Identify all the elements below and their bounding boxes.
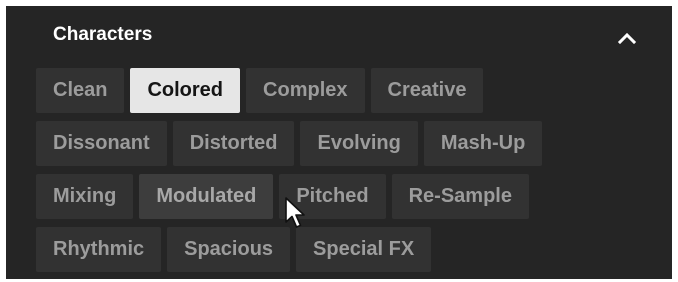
chip-colored[interactable]: Colored [130, 68, 241, 113]
characters-panel: Characters Clean Colored Complex Creativ… [6, 6, 672, 279]
chip-re-sample[interactable]: Re-Sample [391, 174, 529, 219]
chip-evolving[interactable]: Evolving [300, 121, 418, 166]
chip-modulated[interactable]: Modulated [139, 174, 274, 219]
character-chip-list: Clean Colored Complex Creative Dissonant… [36, 68, 636, 280]
chevron-up-icon[interactable] [615, 28, 639, 48]
chip-distorted[interactable]: Distorted [172, 121, 295, 166]
chip-rhythmic[interactable]: Rhythmic [36, 227, 162, 272]
chip-dissonant[interactable]: Dissonant [36, 121, 167, 166]
chip-spacious[interactable]: Spacious [167, 227, 291, 272]
chip-complex[interactable]: Complex [246, 68, 365, 113]
chip-creative[interactable]: Creative [370, 68, 484, 113]
panel-header[interactable]: Characters [6, 6, 672, 66]
chip-clean[interactable]: Clean [36, 68, 125, 113]
chip-pitched[interactable]: Pitched [279, 174, 386, 219]
chip-row: Clean Colored Complex Creative [36, 68, 636, 113]
chip-special-fx[interactable]: Special FX [296, 227, 432, 272]
panel-title: Characters [53, 24, 153, 45]
chip-mash-up[interactable]: Mash-Up [423, 121, 543, 166]
chip-row: Rhythmic Spacious Special FX [36, 227, 636, 272]
chip-mixing[interactable]: Mixing [36, 174, 134, 219]
chip-row: Mixing Modulated Pitched Re-Sample [36, 174, 636, 219]
chip-row: Dissonant Distorted Evolving Mash-Up [36, 121, 636, 166]
